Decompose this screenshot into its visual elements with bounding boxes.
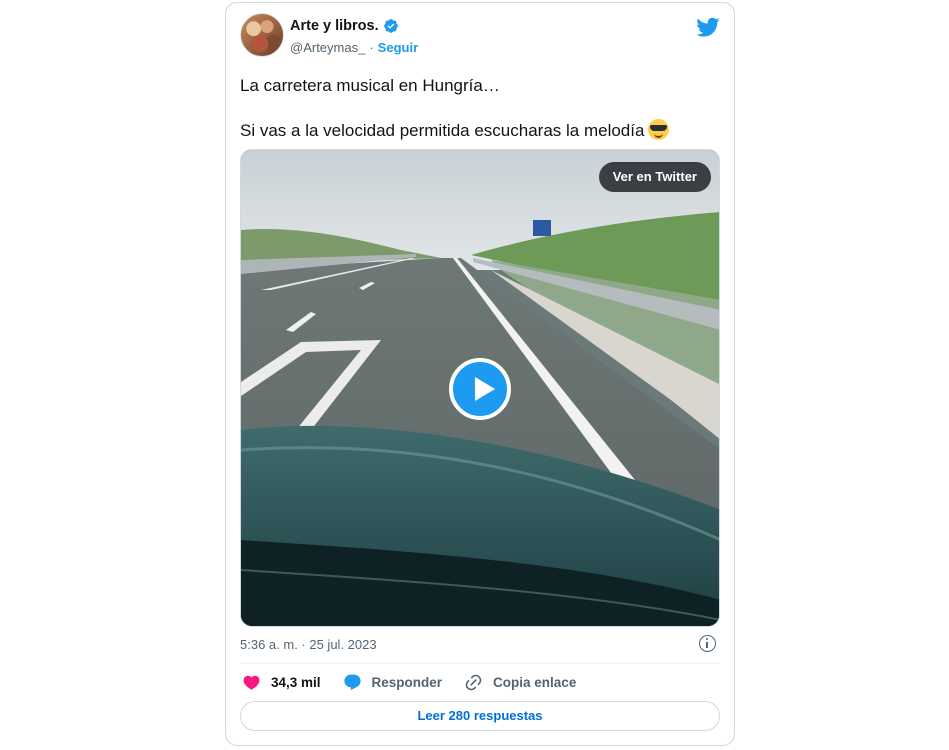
divider [240,663,720,664]
reply-button[interactable]: Responder [343,673,443,692]
tweet-line-2-text: Si vas a la velocidad permitida escuchar… [240,121,645,140]
speech-bubble-icon [343,674,361,691]
link-icon [465,674,482,691]
tweet-card: Arte y libros. @Arteymas_ · Seguir La ca… [225,2,735,746]
reply-label: Responder [371,675,443,690]
author-avatar[interactable] [240,13,284,57]
author-name-row: Arte y libros. [290,18,399,34]
author-name[interactable]: Arte y libros. [290,18,379,34]
action-bar: 34,3 mil Responder Copia enlace [242,673,576,692]
author-handle-row: @Arteymas_ · Seguir [290,40,418,55]
video-player[interactable]: Ver en Twitter [240,149,720,627]
view-on-twitter-button[interactable]: Ver en Twitter [598,162,711,192]
copy-link-button[interactable]: Copia enlace [464,673,576,692]
heart-icon [243,675,260,690]
like-button[interactable]: 34,3 mil [242,673,321,692]
play-icon[interactable] [449,358,511,420]
copy-link-label: Copia enlace [493,675,577,690]
sunglasses-emoji-icon [648,119,670,140]
follow-button[interactable]: Seguir [378,40,418,55]
tweet-line-2: Si vas a la velocidad permitida escuchar… [240,119,720,142]
author-handle[interactable]: @Arteymas_ [290,40,365,55]
verified-badge-icon [383,19,398,33]
separator-dot: · [369,40,374,55]
like-count: 34,3 mil [271,675,321,690]
tweet-line-1: La carretera musical en Hungría… [240,76,500,95]
info-icon[interactable] [699,635,716,652]
tweet-timestamp[interactable]: 5:36 a. m. · 25 jul. 2023 [240,637,377,652]
twitter-bird-icon[interactable] [696,15,720,39]
read-replies-button[interactable]: Leer 280 respuestas [240,701,720,731]
